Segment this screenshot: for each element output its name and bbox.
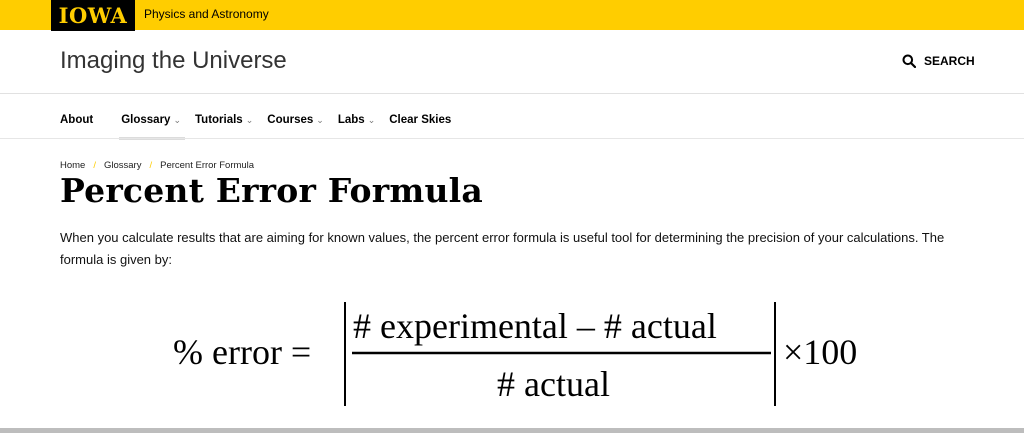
- nav-item-labs[interactable]: Labs ⌄: [338, 104, 375, 136]
- breadcrumb-home[interactable]: Home: [60, 160, 85, 171]
- nav-item-tutorials[interactable]: Tutorials ⌄: [195, 104, 253, 136]
- nav-item-label: Tutorials: [195, 114, 243, 126]
- chevron-down-icon: ⌄: [316, 114, 324, 125]
- search-button[interactable]: SEARCH: [902, 54, 975, 68]
- intro-paragraph: When you calculate results that are aimi…: [60, 230, 945, 267]
- formula-lhs: % error =: [173, 332, 311, 372]
- breadcrumb-separator: /: [149, 160, 153, 171]
- nav-item-glossary[interactable]: Glossary ⌄: [119, 104, 185, 140]
- nav-item-label: Labs: [337, 114, 365, 126]
- iowa-logo[interactable]: IOWA: [51, 0, 135, 31]
- main-nav: About Glossary ⌄ Tutorials ⌄ Courses ⌄ L…: [60, 102, 465, 140]
- breadcrumb: Home / Glossary / Percent Error Formula: [60, 160, 254, 171]
- search-label: SEARCH: [924, 54, 975, 68]
- percent-error-formula: % error = # experimental – # actual # ac…: [173, 302, 857, 406]
- nav-item-about[interactable]: About: [60, 104, 93, 136]
- formula-denominator: # actual: [497, 364, 610, 404]
- chevron-down-icon: ⌄: [173, 114, 181, 125]
- nav-item-courses[interactable]: Courses ⌄: [267, 104, 324, 136]
- page-title: Percent Error Formula: [60, 171, 483, 210]
- nav-item-label: Glossary: [121, 114, 171, 126]
- chevron-down-icon: ⌄: [367, 114, 376, 125]
- site-title[interactable]: Imaging the Universe: [60, 47, 287, 75]
- department-link[interactable]: Physics and Astronomy: [144, 7, 269, 21]
- formula-numerator: # experimental – # actual: [353, 306, 717, 346]
- nav-item-label: Clear Skies: [389, 114, 452, 126]
- search-icon: [902, 54, 916, 68]
- nav-item-label: Courses: [267, 114, 314, 126]
- nav-item-label: About: [60, 114, 94, 126]
- chevron-down-icon: ⌄: [245, 114, 254, 125]
- formula-multiplier: ×100: [783, 332, 857, 372]
- breadcrumb-glossary[interactable]: Glossary: [104, 160, 141, 171]
- breadcrumb-separator: /: [93, 160, 96, 171]
- breadcrumb-current: Percent Error Formula: [160, 160, 255, 171]
- nav-item-clear-skies[interactable]: Clear Skies: [389, 104, 451, 136]
- nav-divider: [0, 138, 1024, 139]
- scrollbar-track[interactable]: [0, 428, 1024, 433]
- header-divider: [0, 93, 1024, 94]
